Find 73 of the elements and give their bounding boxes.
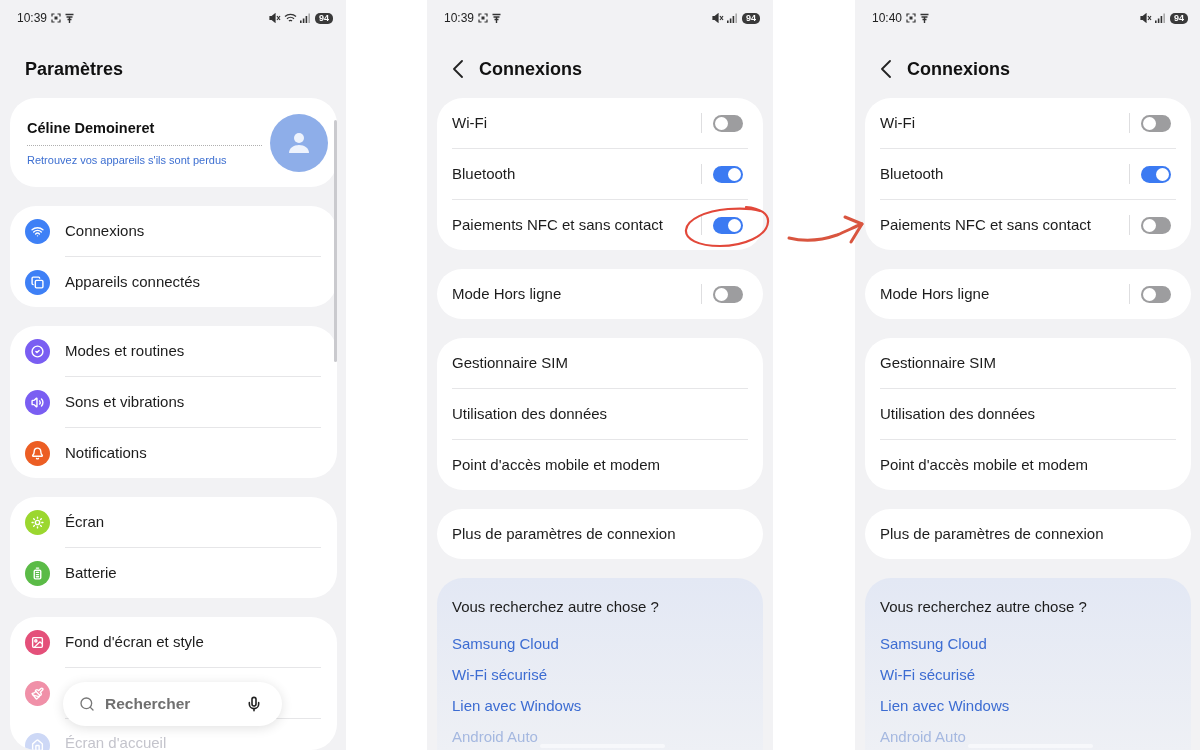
settings-item[interactable]: Point d'accès mobile et modem	[437, 440, 763, 490]
screenshot-icon	[51, 13, 62, 23]
page-title: Connexions	[907, 57, 1010, 81]
setting-label: Paiements NFC et sans contact	[880, 214, 1091, 235]
status-time: 10:39	[444, 10, 475, 27]
help-link[interactable]: Lien avec Windows	[452, 691, 582, 722]
settings-item[interactable]: Batterie	[65, 563, 117, 583]
signal-icon	[300, 13, 310, 23]
setting-label: Bluetooth	[452, 163, 516, 184]
help-link[interactable]: Lien avec Windows	[880, 691, 1010, 722]
toggle-switch[interactable]	[1141, 165, 1171, 183]
setting-label: Mode Hors ligne	[880, 283, 990, 304]
setting-label: Paiements NFC et sans contact	[452, 214, 663, 235]
toggle-switch[interactable]	[713, 114, 743, 132]
status-time: 10:40	[872, 10, 903, 27]
settings-item[interactable]: Écran	[65, 512, 105, 532]
status-time: 10:39	[17, 10, 48, 27]
signal-icon	[1155, 13, 1165, 23]
settings-item[interactable]: Connexions	[65, 221, 145, 241]
settings-item[interactable]: Utilisation des données	[437, 389, 763, 439]
battery-level: 94	[315, 12, 333, 24]
page-title: Paramètres	[25, 57, 124, 81]
profile-card[interactable]: Céline Demoineret Retrouvez vos appareils s'ils sont perdus	[10, 98, 337, 187]
battery-level: 94	[742, 12, 760, 24]
tower-icon	[492, 13, 502, 23]
setting-label: Mode Hors ligne	[452, 283, 562, 304]
settings-item[interactable]: Gestionnaire SIM	[437, 338, 763, 388]
settings-item[interactable]: Modes et routines	[65, 341, 185, 361]
search-bar[interactable]: Rechercher	[63, 682, 282, 726]
help-link[interactable]: Samsung Cloud	[880, 629, 987, 660]
setting-label: Wi-Fi	[452, 112, 487, 133]
help-link[interactable]: Wi-Fi sécurisé	[880, 660, 975, 691]
find-devices-link[interactable]: Retrouvez vos appareils s'ils sont perdus	[27, 152, 227, 167]
toggle-switch[interactable]	[713, 216, 743, 234]
back-button[interactable]	[880, 60, 891, 78]
back-button[interactable]	[452, 60, 463, 78]
avatar-icon	[270, 113, 328, 172]
settings-item[interactable]: Plus de paramètres de connexion	[437, 509, 763, 559]
help-link[interactable]: Wi-Fi sécurisé	[452, 660, 547, 691]
settings-item[interactable]: Gestionnaire SIM	[865, 338, 1191, 388]
page-title: Connexions	[479, 57, 582, 81]
toggle-switch[interactable]	[713, 285, 743, 303]
back-icon	[880, 60, 891, 78]
setting-label: Bluetooth	[880, 163, 944, 184]
help-link[interactable]: Samsung Cloud	[452, 629, 559, 660]
setting-label: Wi-Fi	[880, 112, 915, 133]
mute-icon	[712, 13, 724, 23]
microphone-icon[interactable]	[246, 696, 262, 712]
toggle-switch[interactable]	[1141, 285, 1171, 303]
battery-level: 94	[1170, 12, 1188, 24]
back-icon	[452, 60, 463, 78]
mute-icon	[269, 13, 281, 23]
settings-item[interactable]: Utilisation des données	[865, 389, 1191, 439]
help-title: Vous recherchez autre chose ?	[880, 597, 1087, 617]
settings-item[interactable]: Notifications	[65, 443, 147, 463]
profile-name: Céline Demoineret	[27, 118, 155, 137]
search-icon	[79, 696, 95, 712]
help-title: Vous recherchez autre chose ?	[452, 597, 659, 617]
tower-icon	[65, 13, 75, 23]
signal-icon	[727, 13, 737, 23]
settings-item[interactable]: Plus de paramètres de connexion	[865, 509, 1191, 559]
settings-item[interactable]: Point d'accès mobile et modem	[865, 440, 1191, 490]
toggle-switch[interactable]	[713, 165, 743, 183]
screenshot-icon	[478, 13, 489, 23]
screenshot-icon	[906, 13, 917, 23]
toggle-switch[interactable]	[1141, 114, 1171, 132]
settings-item[interactable]: Sons et vibrations	[65, 392, 185, 412]
mute-icon	[1140, 13, 1152, 23]
settings-item[interactable]: Fond d'écran et style	[65, 632, 204, 652]
toggle-switch[interactable]	[1141, 216, 1171, 234]
tower-icon	[920, 13, 930, 23]
settings-item[interactable]: Appareils connectés	[65, 272, 201, 292]
search-input[interactable]: Rechercher	[105, 692, 236, 716]
